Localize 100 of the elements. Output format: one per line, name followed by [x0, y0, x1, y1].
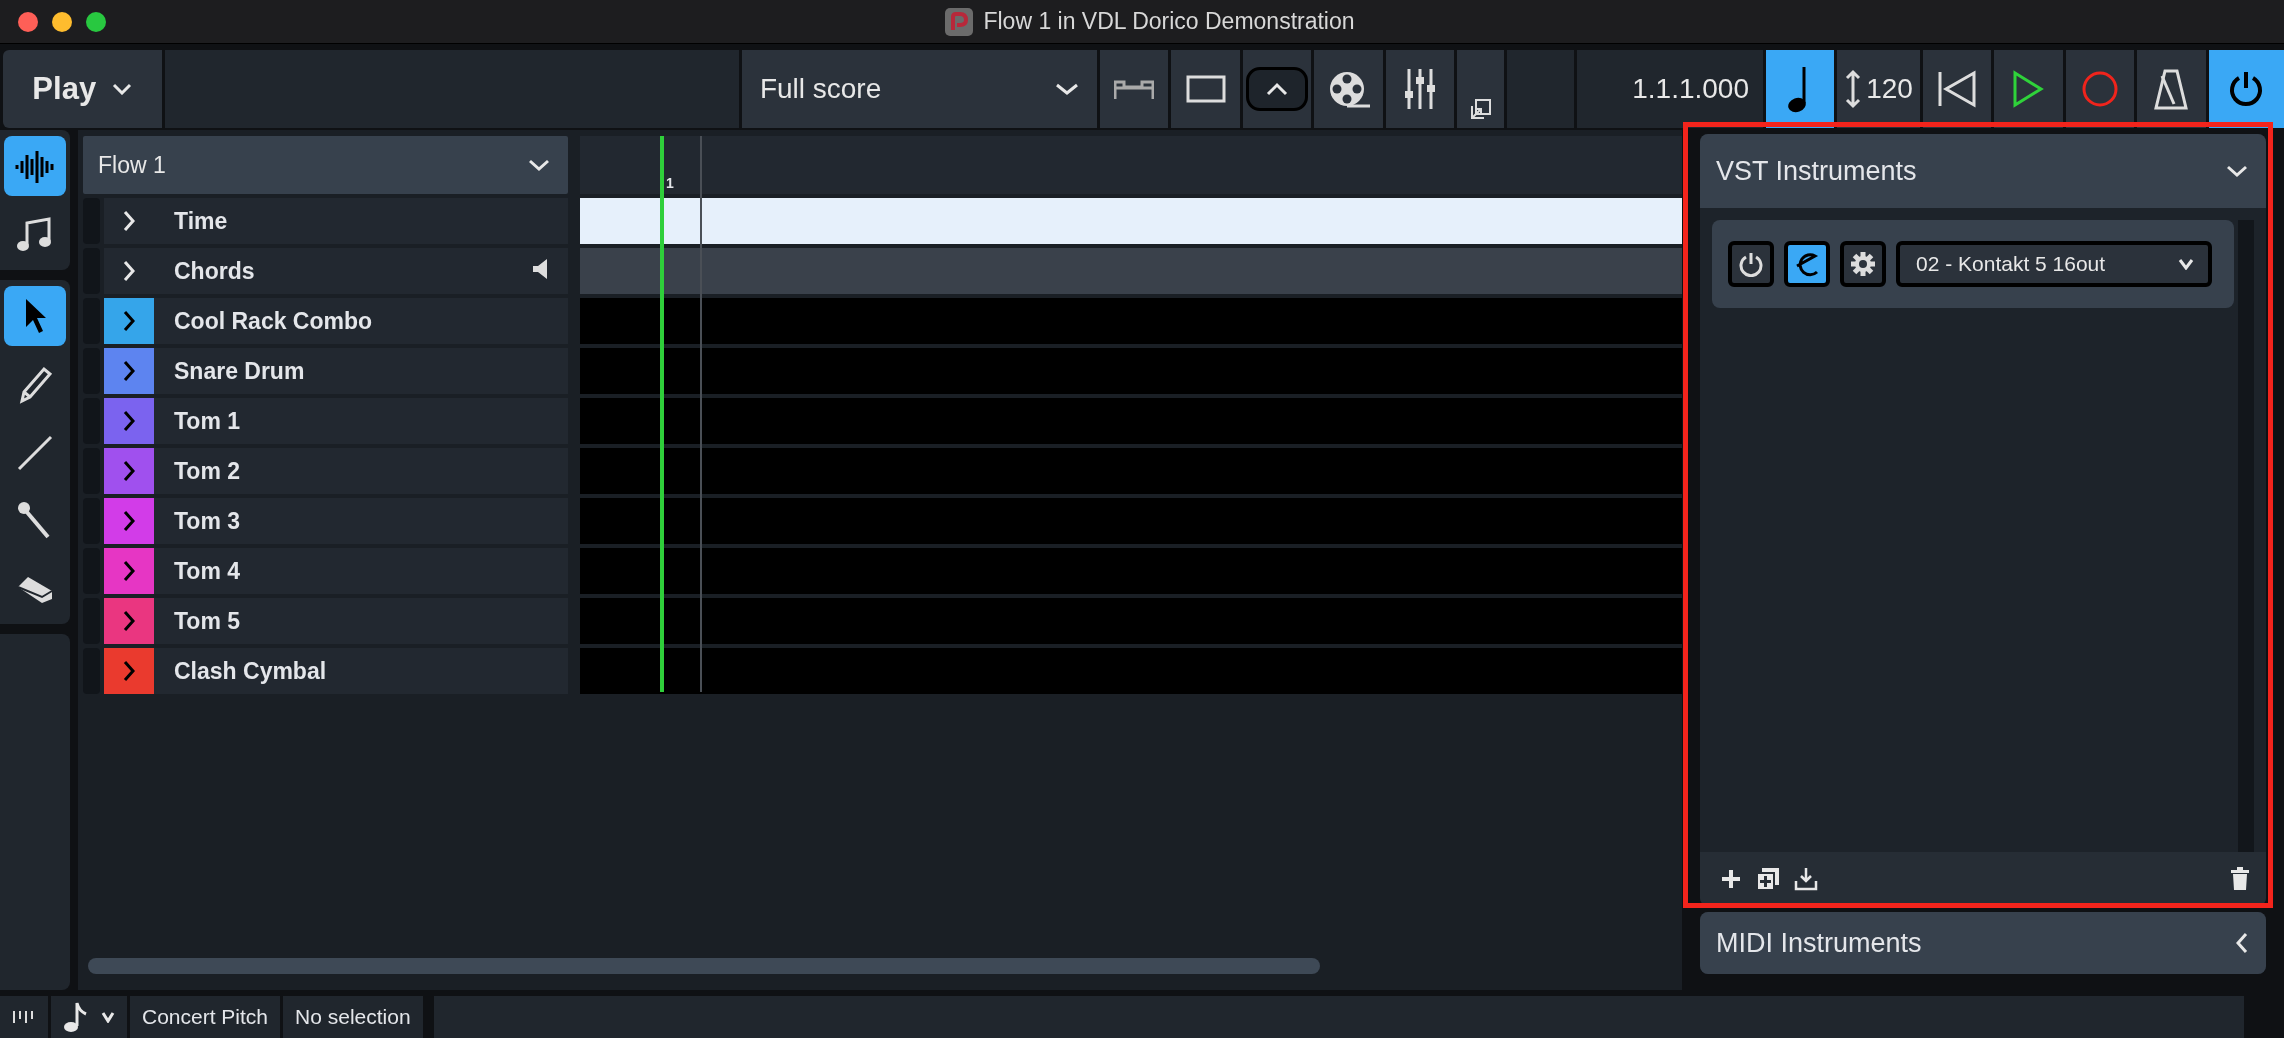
chevron-down-icon	[2226, 165, 2248, 177]
caret-up-icon	[1266, 82, 1289, 96]
track-header[interactable]: Tom 4	[104, 548, 568, 594]
track-header[interactable]: Clash Cymbal	[104, 648, 568, 694]
chevron-down-icon	[2178, 258, 2194, 270]
panel-header[interactable]: VST Instruments	[1700, 134, 2266, 208]
concert-pitch-button[interactable]: Concert Pitch	[130, 996, 281, 1038]
chevron-left-icon	[2236, 932, 2248, 954]
record-icon	[2080, 70, 2119, 108]
plus-icon	[1720, 868, 1742, 890]
zoom-button[interactable]	[86, 11, 106, 32]
chevron-right-icon	[122, 609, 136, 633]
track-name: Tom 2	[174, 457, 242, 485]
chevron-right-icon	[122, 309, 136, 333]
speaker-icon	[532, 258, 548, 280]
popout-icon	[1469, 98, 1492, 120]
page-view-icon	[1185, 74, 1226, 104]
trash-icon	[2230, 867, 2250, 891]
expand-button[interactable]	[104, 398, 154, 444]
panel-header[interactable]: MIDI Instruments	[1700, 912, 2266, 974]
instrument-dropdown[interactable]: 02 - Kontakt 5 16out	[1896, 241, 2212, 287]
waveform-tool[interactable]	[4, 136, 66, 196]
duplicate-button[interactable]	[1756, 867, 1780, 891]
chevron-down-icon	[528, 159, 550, 171]
chevron-down-icon	[112, 83, 133, 95]
chevron-right-icon	[122, 259, 136, 283]
eighth-note-icon	[63, 1001, 87, 1033]
add-button[interactable]	[1720, 868, 1742, 890]
chevron-right-icon	[122, 509, 136, 533]
quarter-note-button[interactable]	[1766, 50, 1835, 128]
popout-button[interactable]	[1457, 50, 1505, 128]
track-header[interactable]: Snare Drum	[104, 348, 568, 394]
track-name: Tom 1	[174, 407, 242, 435]
minimize-button[interactable]	[52, 11, 72, 32]
tempo-button[interactable]: 120	[1837, 50, 1920, 128]
note-value-dropdown[interactable]	[51, 996, 127, 1038]
metronome-button[interactable]	[2137, 50, 2206, 128]
track-header[interactable]: Tom 5	[104, 598, 568, 644]
pointer-tool[interactable]	[4, 286, 66, 346]
mode-dropdown[interactable]: Play	[3, 50, 162, 128]
track-header[interactable]: Cool Rack Combo	[104, 298, 568, 344]
keyboard-icon	[12, 1010, 36, 1024]
track-name: Cool Rack Combo	[174, 307, 374, 335]
mixer-button[interactable]	[1385, 50, 1455, 128]
download-icon	[1794, 867, 1818, 891]
duplicate-icon	[1756, 867, 1780, 891]
chevron-right-icon	[122, 359, 136, 383]
selection-status: No selection	[283, 996, 423, 1038]
play-button[interactable]	[1994, 50, 2063, 128]
film-reel-button[interactable]	[1314, 50, 1383, 128]
expand-button[interactable]	[104, 598, 154, 644]
window-title: Flow 1 in VDL Dorico Demonstration	[983, 8, 1355, 35]
expand-button[interactable]	[104, 648, 154, 694]
chevron-right-icon	[122, 209, 136, 233]
power-button[interactable]	[2208, 50, 2284, 128]
chevron-right-icon	[122, 459, 136, 483]
expand-button[interactable]	[104, 298, 154, 344]
keyboard-button[interactable]	[0, 996, 48, 1038]
bar-number: 1	[666, 175, 674, 191]
playhead-position: 1.1.1.000	[1632, 73, 1749, 105]
track-name: Time	[174, 207, 229, 235]
track-header[interactable]: Chords	[104, 248, 568, 294]
scrollbar-thumb[interactable]	[88, 958, 1320, 974]
rewind-button[interactable]	[1922, 50, 1992, 128]
expand-button[interactable]	[104, 498, 154, 544]
track-header[interactable]: Time	[104, 198, 568, 244]
track-header[interactable]: Tom 2	[104, 448, 568, 494]
track-name: Tom 4	[174, 557, 242, 585]
page-view-button[interactable]	[1171, 50, 1240, 128]
chevron-down-icon	[101, 1011, 115, 1023]
track-name: Snare Drum	[174, 357, 306, 385]
mixer-icon	[1403, 67, 1438, 111]
expand-button[interactable]	[104, 548, 154, 594]
power-icon	[1738, 251, 1764, 277]
track-name: Tom 5	[174, 607, 242, 635]
chevron-down-icon	[1054, 83, 1079, 95]
record-button[interactable]	[2065, 50, 2135, 128]
track-header[interactable]: Tom 1	[104, 398, 568, 444]
galley-view-icon	[1114, 78, 1155, 100]
expand-button[interactable]	[104, 448, 154, 494]
flow-dropdown[interactable]: Flow 1	[83, 136, 568, 194]
settings-button[interactable]	[1840, 241, 1886, 287]
chevron-right-icon	[122, 559, 136, 583]
import-button[interactable]	[1794, 867, 1818, 891]
power-button[interactable]	[1728, 241, 1774, 287]
expand-button[interactable]	[104, 348, 154, 394]
delete-button[interactable]	[2230, 867, 2250, 891]
layout-dropdown[interactable]: Full score	[741, 50, 1097, 128]
galley-view-button[interactable]	[1099, 50, 1169, 128]
track-header[interactable]: Tom 3	[104, 498, 568, 544]
play-icon	[2012, 70, 2045, 108]
chevron-right-icon	[122, 659, 136, 683]
edit-button[interactable]	[1784, 241, 1830, 287]
chevron-right-icon	[122, 409, 136, 433]
close-button[interactable]	[18, 11, 38, 32]
tempo-arrow-icon	[1844, 69, 1863, 109]
metronome-icon	[2154, 68, 2189, 110]
track-name: Clash Cymbal	[174, 657, 328, 685]
settings-icon	[1850, 251, 1876, 277]
app-icon	[945, 7, 974, 36]
